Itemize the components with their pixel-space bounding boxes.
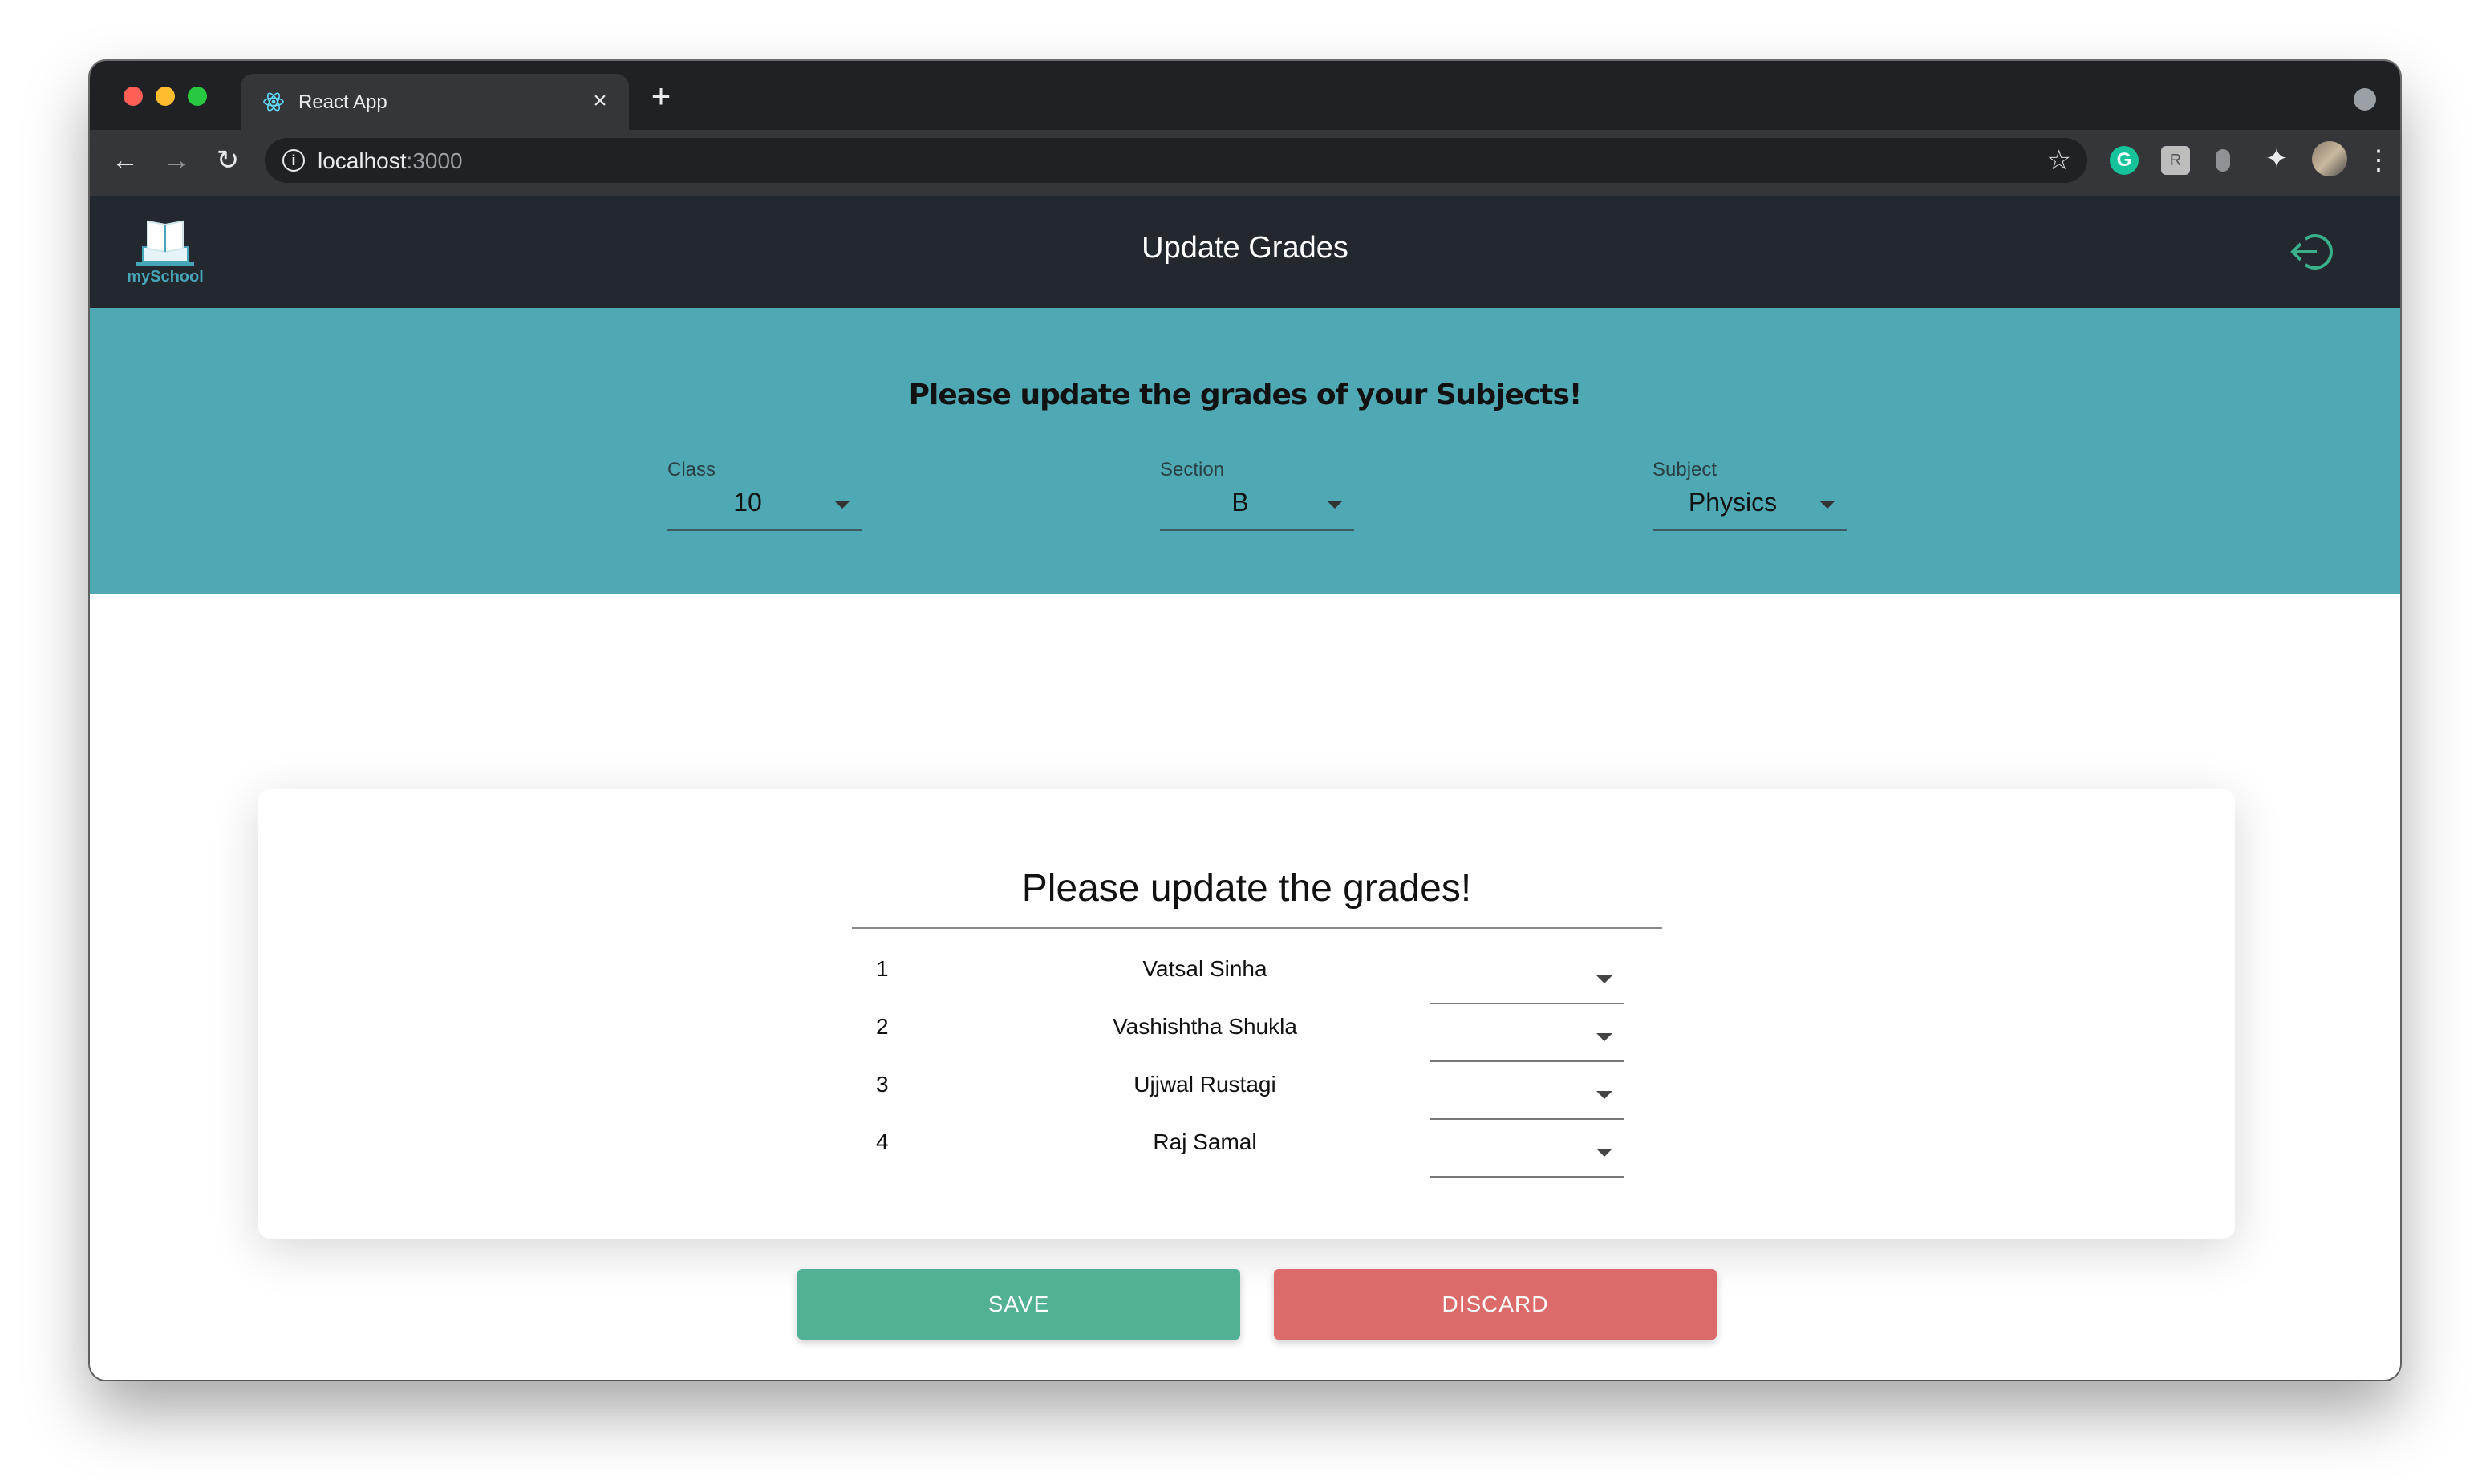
chevron-down-icon xyxy=(1327,501,1343,509)
select-underline xyxy=(1430,1176,1624,1178)
student-row: 4 Raj Samal xyxy=(852,1120,1662,1178)
profile-avatar[interactable] xyxy=(2312,141,2347,176)
browser-toolbar: ← → ↻ i localhost:3000 ☆ G R ✦ ⋮ xyxy=(90,130,2400,196)
section-label: Section xyxy=(1160,459,1225,480)
logo-text: mySchool xyxy=(127,268,204,286)
react-icon xyxy=(263,92,284,112)
chevron-down-icon xyxy=(1596,1091,1612,1099)
filter-banner: Please update the grades of your Subject… xyxy=(90,308,2400,594)
tab-strip: React App × + xyxy=(90,61,2400,130)
reload-icon[interactable]: ↻ xyxy=(210,143,245,178)
student-name: Ujjwal Rustagi xyxy=(1133,1072,1276,1097)
section-select[interactable]: Section B xyxy=(1160,459,1354,531)
student-row: 1 Vatsal Sinha xyxy=(852,947,1662,1004)
forward-arrow-icon[interactable]: → xyxy=(159,143,194,178)
bookmark-star-icon[interactable]: ☆ xyxy=(2047,144,2071,176)
page-title: Update Grades xyxy=(1142,231,1348,265)
grades-card: Please update the grades! 1 Vatsal Sinha… xyxy=(258,789,2235,1239)
new-tab-button[interactable]: + xyxy=(645,79,677,114)
student-name: Vashishtha Shukla xyxy=(1113,1014,1297,1039)
select-underline xyxy=(1653,529,1847,531)
grades-card-title: Please update the grades! xyxy=(1021,867,1472,910)
save-button[interactable]: SAVE xyxy=(797,1269,1240,1340)
grade-select[interactable] xyxy=(1430,1125,1624,1178)
subject-select[interactable]: Subject Physics xyxy=(1653,459,1847,531)
student-name: Vatsal Sinha xyxy=(1142,956,1267,981)
url-text: localhost:3000 xyxy=(318,148,463,174)
discard-button[interactable]: DISCARD xyxy=(1274,1269,1717,1340)
extension-icon[interactable]: R xyxy=(2161,146,2190,175)
maximize-window-button[interactable] xyxy=(188,87,207,106)
info-icon[interactable]: i xyxy=(282,149,305,172)
subject-value: Physics xyxy=(1688,488,1778,517)
extensions-puzzle-icon[interactable]: ✦ xyxy=(2261,141,2293,176)
close-window-button[interactable] xyxy=(124,87,143,106)
grade-select[interactable] xyxy=(1430,951,1624,1004)
section-value: B xyxy=(1231,488,1249,517)
address-bar[interactable]: i localhost:3000 ☆ xyxy=(265,138,2087,183)
url-host: localhost xyxy=(318,148,407,173)
student-number: 3 xyxy=(876,1072,889,1097)
student-number: 1 xyxy=(876,956,889,981)
browser-window: React App × + ← → ↻ i localhost:3000 ☆ G… xyxy=(90,61,2400,1380)
browser-menu-icon[interactable]: ⋮ xyxy=(2365,144,2392,176)
subject-label: Subject xyxy=(1653,459,1717,480)
browser-tab[interactable]: React App × xyxy=(241,74,629,130)
app-content: mySchool Update Grades Please update the… xyxy=(90,196,2400,1380)
chevron-down-icon xyxy=(1819,501,1835,509)
student-number: 2 xyxy=(876,1014,889,1039)
student-name: Raj Samal xyxy=(1153,1129,1257,1154)
grade-select[interactable] xyxy=(1430,1009,1624,1062)
grammarly-extension-icon[interactable]: G xyxy=(2110,146,2139,175)
back-arrow-icon[interactable]: ← xyxy=(107,143,143,178)
logout-icon[interactable] xyxy=(2288,231,2334,273)
student-number: 4 xyxy=(876,1129,889,1154)
chevron-down-icon xyxy=(1596,975,1612,983)
url-port: :3000 xyxy=(406,148,463,173)
grade-select[interactable] xyxy=(1430,1067,1624,1120)
chevron-down-icon xyxy=(1596,1033,1612,1041)
class-select[interactable]: Class 10 xyxy=(667,459,862,531)
chevron-down-icon xyxy=(1596,1149,1612,1157)
class-label: Class xyxy=(667,459,716,480)
select-underline xyxy=(667,529,862,531)
tab-title: React App xyxy=(298,91,387,113)
student-row: 3 Ujjwal Rustagi xyxy=(852,1062,1662,1120)
class-value: 10 xyxy=(733,488,762,517)
tab-close-icon[interactable]: × xyxy=(587,87,613,116)
select-underline xyxy=(1160,529,1354,531)
minimize-window-button[interactable] xyxy=(156,87,175,106)
chevron-down-icon xyxy=(834,501,850,509)
tab-search-icon[interactable] xyxy=(2354,88,2376,111)
divider xyxy=(852,927,1662,929)
extension-dot-icon[interactable] xyxy=(2216,149,2230,172)
banner-title: Please update the grades of your Subject… xyxy=(908,379,1583,412)
app-header: mySchool Update Grades xyxy=(90,196,2400,308)
student-row: 2 Vashishtha Shukla xyxy=(852,1004,1662,1062)
